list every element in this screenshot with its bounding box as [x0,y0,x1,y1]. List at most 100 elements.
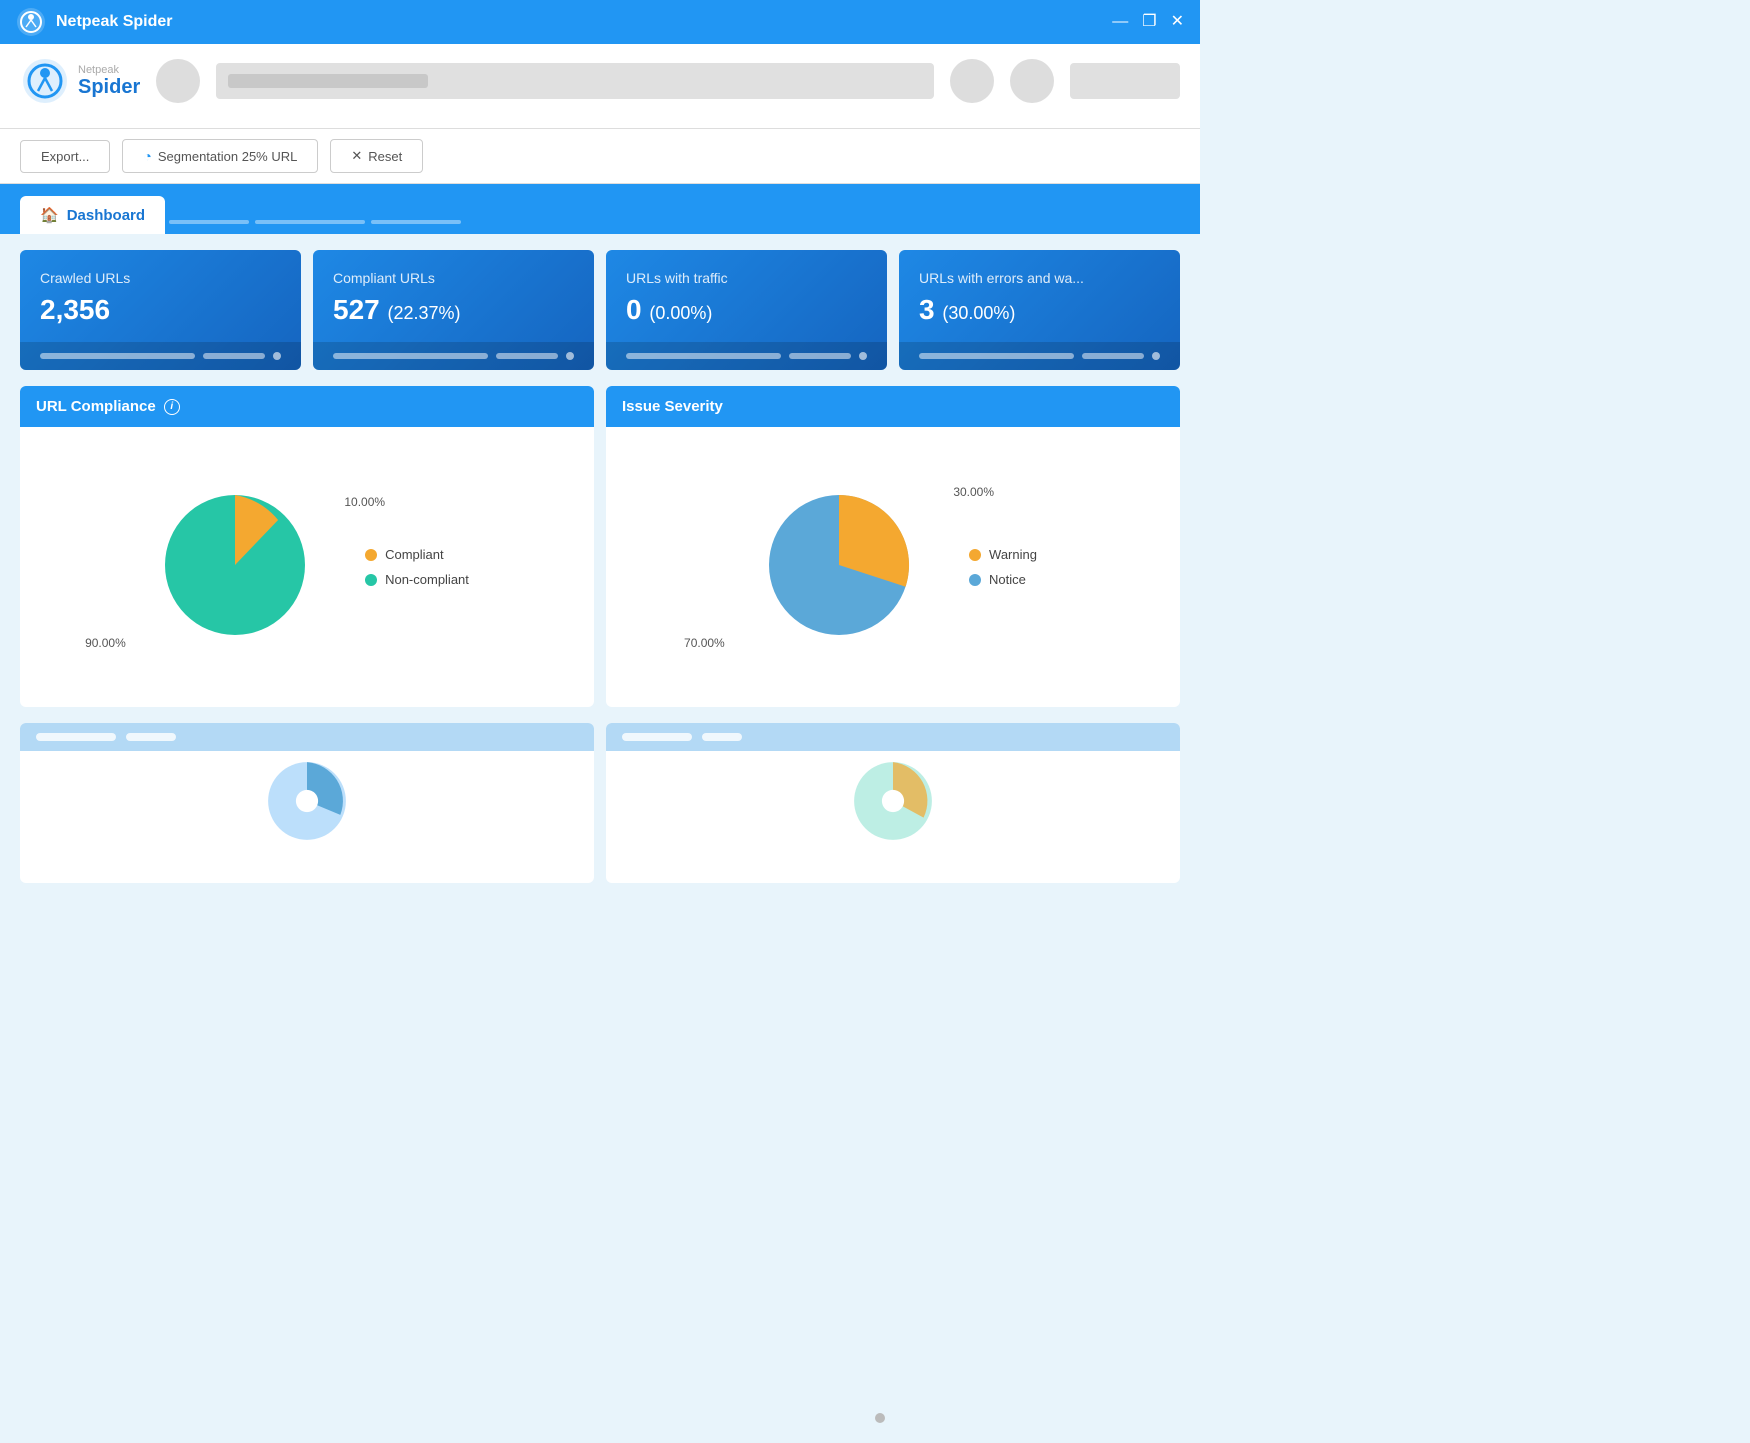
bottom-card-1 [20,723,594,883]
close-button[interactable]: ✕ [1171,14,1184,30]
brand-logo: Netpeak Spider [20,56,140,106]
action-button-placeholder[interactable] [1070,63,1180,99]
title-bar-left: Netpeak Spider [16,7,172,37]
tab-line-1 [169,220,249,224]
stat-cards: Crawled URLs 2,356 Compliant URLs 527 (2… [20,250,1180,370]
url-compliance-pie-wrapper: 10.00% 90.00% [145,475,325,660]
url-compliance-header: URL Compliance i [20,386,594,427]
legend-non-compliant: Non-compliant [365,572,469,587]
issue-severity-header: Issue Severity [606,386,1180,427]
bottom-card-1-bar-1 [36,733,116,741]
tab-line-2 [255,220,365,224]
segmentation-button[interactable]: ◔ Segmentation 25% URL [122,139,318,173]
segmentation-label: Segmentation 25% URL [158,149,297,164]
bottom-card-1-body [20,751,594,871]
traffic-urls-label: URLs with traffic [626,270,867,286]
traffic-urls-bottom [606,342,887,370]
warning-legend-label: Warning [989,547,1037,562]
url-compliance-chart: URL Compliance i [20,386,594,707]
compliant-urls-label: Compliant URLs [333,270,574,286]
minimize-button[interactable]: — [1112,14,1128,30]
legend-warning: Warning [969,547,1037,562]
issue-severity-pie-wrapper: 30.00% 70.00% [749,475,929,660]
segmentation-icon: ◔ [143,148,151,164]
bottom-card-1-header [20,723,594,751]
compliant-urls-bottom [313,342,594,370]
charts-row: URL Compliance i [20,386,1180,707]
stat-card-crawled-urls: Crawled URLs 2,356 [20,250,301,370]
compliant-pct-label: 10.00% [344,495,385,509]
crawled-bar-1 [40,353,195,359]
compliant-bar-1 [333,353,488,359]
notice-color-dot [969,574,981,586]
notice-legend-label: Notice [989,572,1026,587]
error-dot [1152,352,1160,360]
url-compliance-info-icon[interactable]: i [164,399,180,415]
app-logo-icon [16,7,46,37]
compliant-legend-label: Compliant [385,547,444,562]
error-urls-label: URLs with errors and wa... [919,270,1160,286]
stat-card-compliant-urls: Compliant URLs 527 (22.37%) [313,250,594,370]
bottom-card-2-bar-2 [702,733,742,741]
issue-severity-chart: Issue Severity [606,386,1180,707]
bottom-card-2-header [606,723,1180,751]
crawled-urls-value: 2,356 [40,294,281,326]
non-compliant-pct-label: 90.00% [85,636,126,650]
profile-icon[interactable] [950,59,994,103]
tab-dashboard[interactable]: 🏠 Dashboard [20,196,165,234]
non-compliant-legend-label: Non-compliant [385,572,469,587]
compliant-color-dot [365,549,377,561]
brand-name-bottom: Spider [78,76,140,98]
legend-notice: Notice [969,572,1037,587]
crawled-bar-2 [203,353,265,359]
issue-severity-pie-svg [749,475,929,655]
url-bar-placeholder [228,74,428,88]
notice-pct-label: 70.00% [684,636,725,650]
window-controls: — ❐ ✕ [1112,14,1184,30]
bottom-card-1-bar-2 [126,733,176,741]
compliant-urls-value: 527 (22.37%) [333,294,574,326]
bottom-chart-1-svg [217,751,397,851]
url-compliance-body: 10.00% 90.00% Compliant Non-compliant [20,427,594,707]
error-urls-bottom [899,342,1180,370]
header-area: Netpeak Spider [0,44,1200,129]
reset-icon: ✕ [351,148,362,164]
bottom-card-2-body [606,751,1180,871]
traffic-bar-1 [626,353,781,359]
export-button[interactable]: Export... [20,140,110,173]
bottom-card-2 [606,723,1180,883]
crawled-urls-bottom [20,342,301,370]
crawled-urls-label: Crawled URLs [40,270,281,286]
user-avatar[interactable] [156,59,200,103]
stat-card-error-urls: URLs with errors and wa... 3 (30.00%) [899,250,1180,370]
issue-severity-body: 30.00% 70.00% Warning Notice [606,427,1180,707]
maximize-button[interactable]: ❐ [1142,14,1156,30]
app-title: Netpeak Spider [56,13,172,31]
brand-logo-icon [20,56,70,106]
warning-pct-label: 30.00% [953,485,994,499]
traffic-bar-2 [789,353,851,359]
url-bar[interactable] [216,63,934,99]
title-bar: Netpeak Spider — ❐ ✕ [0,0,1200,44]
tab-line-3 [371,220,461,224]
dashboard-icon: 🏠 [40,206,59,224]
url-compliance-pie-svg [145,475,325,655]
reset-label: Reset [368,149,402,164]
brand-name: Netpeak Spider [78,64,140,98]
bottom-card-2-bar-1 [622,733,692,741]
error-urls-value: 3 (30.00%) [919,294,1160,326]
reset-button[interactable]: ✕ Reset [330,139,423,173]
tabs-bar: 🏠 Dashboard [0,184,1200,234]
issue-severity-pie-container: 30.00% 70.00% Warning Notice [749,475,1037,660]
non-compliant-color-dot [365,574,377,586]
stat-card-traffic-urls: URLs with traffic 0 (0.00%) [606,250,887,370]
compliant-bar-2 [496,353,558,359]
url-compliance-pie-container: 10.00% 90.00% Compliant Non-compliant [145,475,469,660]
brand-name-top: Netpeak [78,64,140,76]
settings-icon[interactable] [1010,59,1054,103]
bottom-row [20,723,1180,883]
issue-severity-title: Issue Severity [622,398,723,415]
warning-color-dot [969,549,981,561]
crawled-dot [273,352,281,360]
url-compliance-title: URL Compliance [36,398,156,415]
